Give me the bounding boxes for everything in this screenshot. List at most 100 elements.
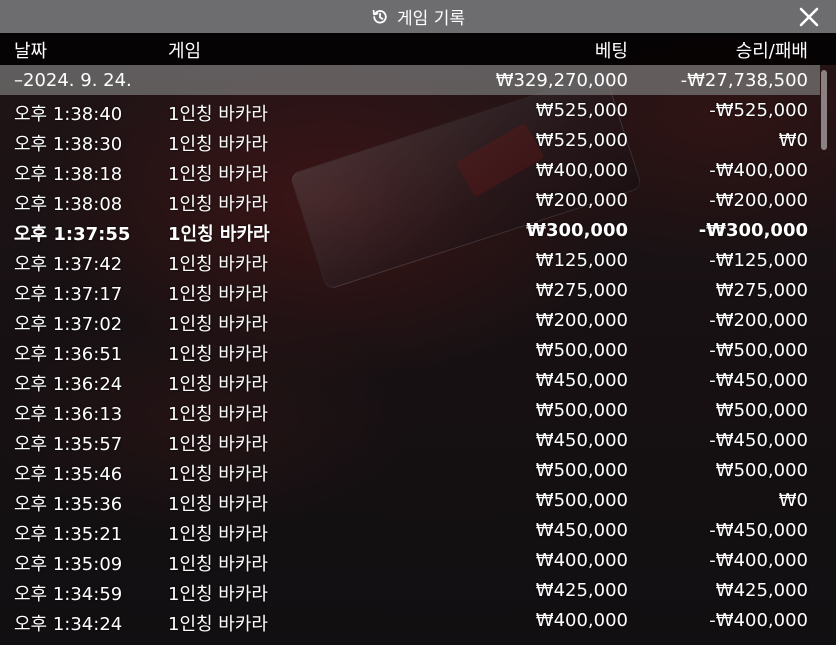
row-bet: ₩300,000 [526,220,628,241]
row-result: -₩450,000 [709,370,808,391]
column-header-game: 게임 [168,41,202,62]
row-bet: ₩400,000 [535,550,628,571]
row-time: 오후 1:38:40 [14,104,123,125]
row-game: 1인칭 바카라 [168,554,268,575]
row-result: -₩500,000 [709,340,808,361]
table-row[interactable]: 오후 1:35:36 1인칭 바카라 ₩500,000 ₩0 [0,485,820,515]
row-game: 1인칭 바카라 [168,434,268,455]
row-result: -₩450,000 [709,520,808,541]
history-icon [371,8,389,26]
row-game: 1인칭 바카라 [168,254,268,275]
row-bet: ₩275,000 [535,280,628,301]
row-bet: ₩525,000 [535,130,628,151]
row-time: 오후 1:34:24 [14,614,123,635]
row-game: 1인칭 바카라 [168,314,268,335]
row-game: 1인칭 바카라 [168,224,270,245]
row-time: 오후 1:38:30 [14,134,123,155]
summary-bet-total: ₩329,270,000 [495,70,628,91]
row-bet: ₩425,000 [535,580,628,601]
row-result: -₩200,000 [709,310,808,331]
row-result: ₩500,000 [715,400,808,421]
row-result: -₩400,000 [709,550,808,571]
table-row[interactable]: 오후 1:35:57 1인칭 바카라 ₩450,000 -₩450,000 [0,425,820,455]
row-time: 오후 1:35:57 [14,434,123,455]
column-header-result: 승리/패배 [735,41,808,62]
row-bet: ₩450,000 [535,520,628,541]
row-bet: ₩500,000 [535,400,628,421]
column-header-row: 날짜 게임 베팅 승리/패배 [0,33,836,65]
row-time: 오후 1:35:09 [14,554,123,575]
row-time: 오후 1:35:36 [14,494,123,515]
row-game: 1인칭 바카라 [168,134,268,155]
row-result: -₩200,000 [709,190,808,211]
table-row[interactable]: 오후 1:38:08 1인칭 바카라 ₩200,000 -₩200,000 [0,185,820,215]
row-game: 1인칭 바카라 [168,404,268,425]
row-time: 오후 1:34:59 [14,584,123,605]
date-summary-row[interactable]: –2024. 9. 24. ₩329,270,000 -₩27,738,500 [0,65,820,95]
row-bet: ₩450,000 [535,430,628,451]
table-row[interactable]: 오후 1:38:18 1인칭 바카라 ₩400,000 -₩400,000 [0,155,820,185]
title-group: 게임 기록 [371,4,465,29]
row-result: ₩500,000 [715,460,808,481]
table-row[interactable]: 오후 1:38:30 1인칭 바카라 ₩525,000 ₩0 [0,125,820,155]
table-row[interactable]: 오후 1:35:09 1인칭 바카라 ₩400,000 -₩400,000 [0,545,820,575]
summary-date: –2024. 9. 24. [14,70,132,91]
table-row[interactable]: 오후 1:37:17 1인칭 바카라 ₩275,000 ₩275,000 [0,275,820,305]
row-bet: ₩200,000 [535,310,628,331]
row-time: 오후 1:35:21 [14,524,123,545]
row-time: 오후 1:35:46 [14,464,123,485]
table-row[interactable]: 오후 1:35:21 1인칭 바카라 ₩450,000 -₩450,000 [0,515,820,545]
row-time: 오후 1:36:13 [14,404,123,425]
row-result: -₩400,000 [709,610,808,631]
row-result: ₩425,000 [715,580,808,601]
row-time: 오후 1:36:51 [14,344,123,365]
row-time: 오후 1:37:17 [14,284,123,305]
table-row[interactable]: 오후 1:37:42 1인칭 바카라 ₩125,000 -₩125,000 [0,245,820,275]
row-time: 오후 1:37:42 [14,254,123,275]
table-row[interactable]: 오후 1:37:02 1인칭 바카라 ₩200,000 -₩200,000 [0,305,820,335]
row-game: 1인칭 바카라 [168,194,268,215]
row-bet: ₩500,000 [535,490,628,511]
close-button[interactable] [796,4,822,30]
row-game: 1인칭 바카라 [168,374,268,395]
row-bet: ₩400,000 [535,160,628,181]
row-result: ₩0 [778,130,808,151]
row-result: -₩450,000 [709,430,808,451]
row-game: 1인칭 바카라 [168,104,268,125]
row-bet: ₩400,000 [535,610,628,631]
table-row[interactable]: 오후 1:36:24 1인칭 바카라 ₩450,000 -₩450,000 [0,365,820,395]
row-game: 1인칭 바카라 [168,584,268,605]
row-bet: ₩450,000 [535,370,628,391]
column-header-bet: 베팅 [594,41,628,62]
row-result: -₩525,000 [709,100,808,121]
history-table[interactable]: –2024. 9. 24. ₩329,270,000 -₩27,738,500 … [0,65,820,635]
table-row[interactable]: 오후 1:37:55 1인칭 바카라 ₩300,000 -₩300,000 [0,215,820,245]
row-bet: ₩125,000 [535,250,628,271]
row-game: 1인칭 바카라 [168,494,268,515]
table-row[interactable]: 오후 1:34:24 1인칭 바카라 ₩400,000 -₩400,000 [0,605,820,635]
row-time: 오후 1:38:18 [14,164,123,185]
column-header-date: 날짜 [14,41,48,62]
page-title: 게임 기록 [397,9,465,29]
row-bet: ₩500,000 [535,340,628,361]
row-bet: ₩500,000 [535,460,628,481]
scrollbar-thumb[interactable] [821,70,827,150]
row-time: 오후 1:37:55 [14,224,131,245]
table-row[interactable]: 오후 1:36:51 1인칭 바카라 ₩500,000 -₩500,000 [0,335,820,365]
row-game: 1인칭 바카라 [168,614,268,635]
table-row[interactable]: 오후 1:34:59 1인칭 바카라 ₩425,000 ₩425,000 [0,575,820,605]
row-result: -₩300,000 [698,220,808,241]
row-game: 1인칭 바카라 [168,284,268,305]
close-icon [799,7,819,27]
row-result: ₩0 [778,490,808,511]
table-row[interactable]: 오후 1:35:46 1인칭 바카라 ₩500,000 ₩500,000 [0,455,820,485]
row-time: 오후 1:38:08 [14,194,123,215]
row-time: 오후 1:36:24 [14,374,123,395]
row-game: 1인칭 바카라 [168,344,268,365]
row-bet: ₩200,000 [535,190,628,211]
row-game: 1인칭 바카라 [168,164,268,185]
table-row[interactable]: 오후 1:38:40 1인칭 바카라 ₩525,000 -₩525,000 [0,95,820,125]
table-row[interactable]: 오후 1:36:13 1인칭 바카라 ₩500,000 ₩500,000 [0,395,820,425]
row-result: -₩125,000 [709,250,808,271]
row-game: 1인칭 바카라 [168,524,268,545]
